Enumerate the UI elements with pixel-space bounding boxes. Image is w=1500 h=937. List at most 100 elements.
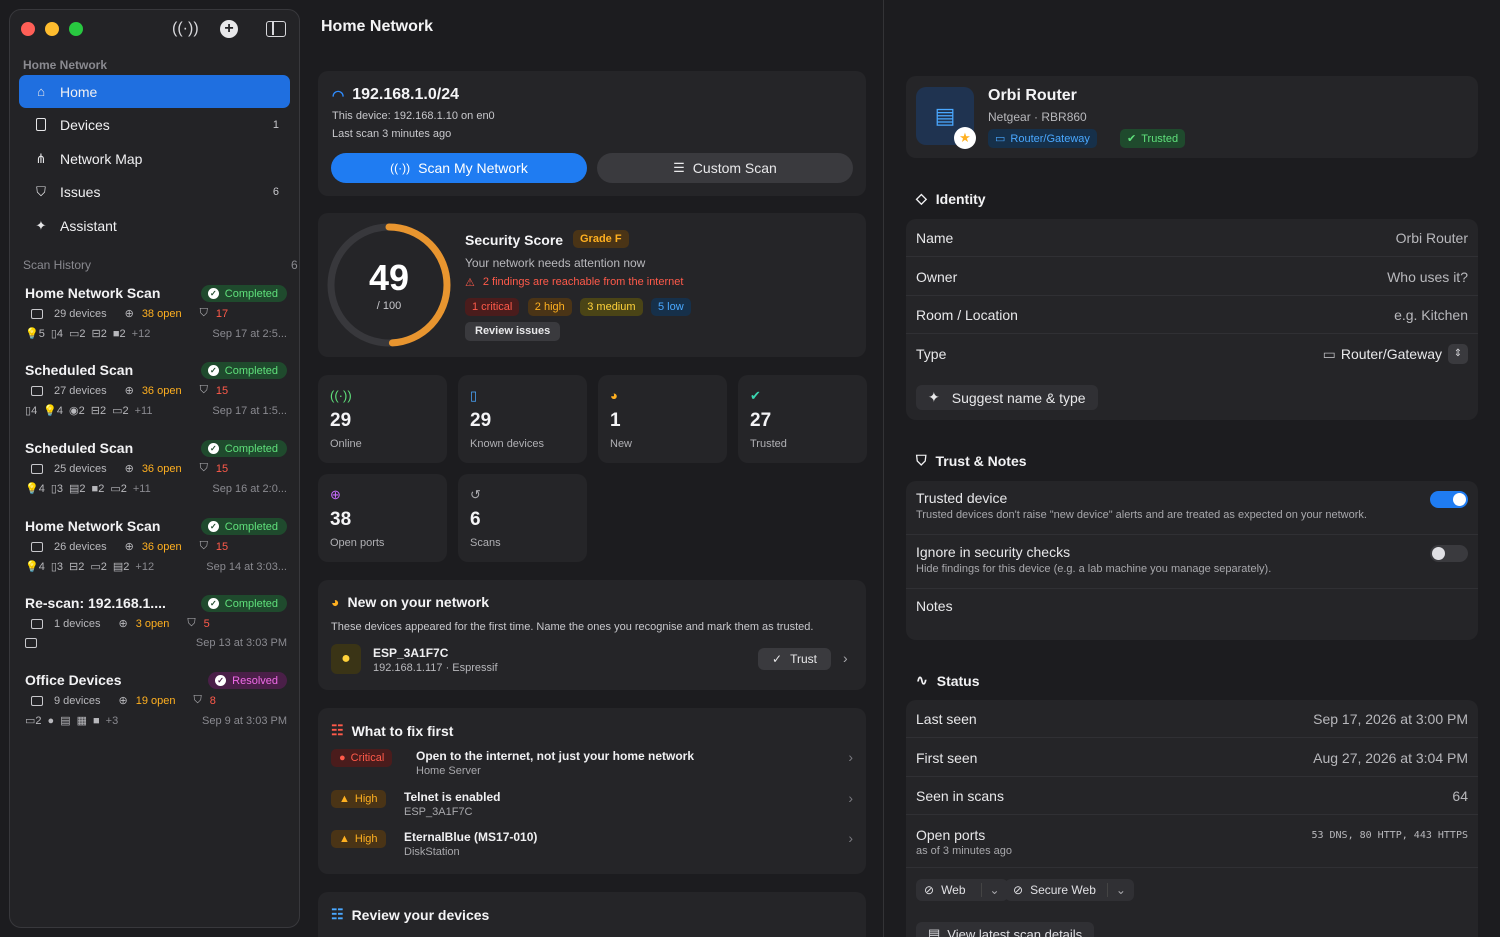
- shield-icon: ⛉: [193, 694, 202, 706]
- stat-new[interactable]: ◕ 1 New: [598, 375, 727, 463]
- trusted-tag-label: Trusted: [1141, 132, 1179, 145]
- monitor-icon: [25, 638, 37, 648]
- stat-label: Online: [330, 438, 362, 450]
- sidebar-toggle-icon[interactable]: [265, 18, 287, 40]
- sidebar-item-devices[interactable]: Devices 1: [19, 108, 290, 141]
- type-count: 2: [100, 327, 107, 340]
- trust-section-title: ⛉ Trust & Notes: [916, 452, 1027, 469]
- new-devices-description: These devices appeared for the first tim…: [331, 621, 814, 633]
- sidebar-item-issues[interactable]: ⛉ Issues 6: [19, 175, 290, 208]
- close-window-button[interactable]: [21, 22, 35, 36]
- type-count: 2: [79, 327, 86, 340]
- owner-field[interactable]: Who uses it?: [1387, 269, 1468, 285]
- zoom-window-button[interactable]: [69, 22, 83, 36]
- type-select[interactable]: ▭ Router/Gateway: [1323, 346, 1442, 363]
- ignore-toggle[interactable]: [1430, 545, 1468, 562]
- device-info: 192.168.1.117 · Espressif: [373, 662, 498, 674]
- view-scan-details-button[interactable]: ▤ View latest scan details: [916, 922, 1095, 937]
- sidebar-item-label: Assistant: [60, 217, 117, 234]
- identity-row-name[interactable]: Name Orbi Router: [906, 219, 1478, 257]
- storage-icon: ▤: [69, 483, 80, 495]
- sidebar-section-title: Home Network: [23, 58, 108, 72]
- suggest-name-button[interactable]: ✦ Suggest name & type: [916, 385, 1098, 410]
- location-field[interactable]: e.g. Kitchen: [1394, 307, 1468, 323]
- field-label: Type: [916, 346, 947, 362]
- open-secure-web-button[interactable]: ⊘ Secure Web ⌄: [1005, 879, 1134, 901]
- sidebar: ((·)) + Home Network ⌂ Home Devices 1 ⋔ …: [9, 9, 300, 928]
- scan-summary: 26 devices ⊕ 36 open ⛉ 15: [31, 540, 287, 553]
- device-type-summary: 💡 4 ▯ 3 ⊟ 2 ▭ 2 ▤ 2 +12 Sep 14 at 3:03...: [25, 560, 287, 574]
- device-count: 1 devices: [54, 617, 101, 630]
- custom-scan-button[interactable]: ☰ Custom Scan: [597, 153, 853, 183]
- finding-device: DiskStation: [404, 846, 460, 858]
- review-issues-button[interactable]: Review issues: [465, 322, 561, 341]
- scan-history-item[interactable]: Home Network Scan ✓ Completed 26 devices …: [25, 518, 287, 580]
- bulb-icon: 💡: [25, 561, 39, 573]
- status-label: Completed: [224, 364, 278, 377]
- shield-icon: ⛉: [199, 307, 208, 319]
- tv-icon: ⊟: [90, 405, 100, 417]
- chevron-down-icon[interactable]: ⌄: [1106, 883, 1126, 897]
- scan-history-item[interactable]: Scheduled Scan ✓ Completed 27 devices ⊕ 36…: [25, 362, 287, 424]
- suggest-label: Suggest name & type: [951, 389, 1086, 406]
- scan-network-button[interactable]: ((·)) Scan My Network: [331, 153, 587, 183]
- stat-label: Known devices: [470, 438, 544, 450]
- status-badge: ✓ Completed: [200, 595, 287, 612]
- status-row-open-ports: Open ports as of 3 minutes ago 53 DNS, 8…: [906, 816, 1478, 868]
- field-value: 64: [1452, 788, 1468, 804]
- chevron-down-icon[interactable]: ⌄: [980, 883, 1000, 897]
- severity-pills: 1 critical 2 high 3 medium 5 low: [465, 297, 695, 316]
- stat-label: Open ports: [330, 537, 385, 549]
- sidebar-item-assistant[interactable]: ✦ Assistant: [19, 209, 290, 242]
- status-section-title: ∿ Status: [916, 672, 980, 689]
- open-web-button[interactable]: ⊘ Web ⌄: [916, 879, 1008, 901]
- computer-icon: [31, 541, 43, 552]
- status-label: Completed: [224, 597, 278, 610]
- finding-device: ESP_3A1F7C: [404, 806, 473, 818]
- open-ports-value: 53 DNS, 80 HTTP, 443 HTTPS: [1311, 830, 1468, 841]
- identity-row-type[interactable]: Type ▭ Router/Gateway ⇕: [906, 335, 1478, 373]
- compass-icon: ⊘: [924, 883, 935, 897]
- sidebar-item-home[interactable]: ⌂ Home: [19, 75, 290, 108]
- stat-online[interactable]: ((·)) 29 Online: [318, 375, 447, 463]
- fix-item[interactable]: ● Critical Open to the internet, not just…: [331, 749, 853, 781]
- high-pill[interactable]: 2 high: [527, 298, 572, 316]
- type-count: 2: [99, 404, 107, 417]
- critical-pill[interactable]: 1 critical: [465, 298, 520, 316]
- fix-first-title: What to fix first: [351, 722, 454, 739]
- monitor-icon: ▭: [110, 483, 121, 495]
- score-subtitle: Your network needs attention now: [465, 256, 646, 270]
- stat-open-ports[interactable]: ⊕ 38 Open ports: [318, 474, 447, 562]
- low-pill[interactable]: 5 low: [650, 298, 691, 316]
- status-label: Completed: [224, 442, 278, 455]
- broadcast-icon[interactable]: ((·)): [172, 18, 199, 40]
- stat-known-devices[interactable]: ▯ 29 Known devices: [458, 375, 587, 463]
- chevron-right-icon[interactable]: ›: [843, 650, 848, 666]
- fix-item[interactable]: ▲ High EternalBlue (MS17-010) DiskStation…: [331, 830, 853, 862]
- shield-icon: ⛉: [36, 183, 46, 199]
- fix-item[interactable]: ▲ High Telnet is enabled ESP_3A1F7C ›: [331, 790, 853, 822]
- stat-scans[interactable]: ↺ 6 Scans: [458, 474, 587, 562]
- identity-row-owner[interactable]: Owner Who uses it?: [906, 258, 1478, 296]
- history-icon: ↺: [470, 487, 481, 502]
- sidebar-item-network-map[interactable]: ⋔ Network Map: [19, 142, 290, 175]
- trust-button[interactable]: ✓ Trust: [758, 648, 831, 670]
- shield-icon: ⛉: [916, 452, 927, 468]
- medium-pill[interactable]: 3 medium: [580, 298, 643, 316]
- identity-row-location[interactable]: Room / Location e.g. Kitchen: [906, 296, 1478, 334]
- issue-count: 5: [203, 617, 210, 630]
- field-value[interactable]: Orbi Router: [1396, 230, 1468, 246]
- stat-trusted[interactable]: ✔ 27 Trusted: [738, 375, 867, 463]
- issue-count: 15: [215, 462, 229, 475]
- scan-history-count: 6: [291, 258, 298, 272]
- minimize-window-button[interactable]: [45, 22, 59, 36]
- scan-history-item[interactable]: Office Devices ✓ Resolved 9 devices ⊕ 19 o…: [25, 672, 287, 734]
- trusted-toggle[interactable]: [1430, 491, 1468, 508]
- open-ports-count: 38 open: [141, 307, 182, 320]
- scan-history-item[interactable]: Re-scan: 192.168.1.... ✓ Completed 1 devi…: [25, 595, 287, 657]
- add-icon[interactable]: +: [218, 18, 240, 40]
- scan-history-item[interactable]: Scheduled Scan ✓ Completed 25 devices ⊕ 36…: [25, 440, 287, 502]
- chevron-updown-icon[interactable]: ⇕: [1448, 344, 1468, 364]
- notes-field[interactable]: Notes: [916, 598, 953, 614]
- scan-history-item[interactable]: Home Network Scan ✓ Completed 29 devices …: [25, 285, 287, 347]
